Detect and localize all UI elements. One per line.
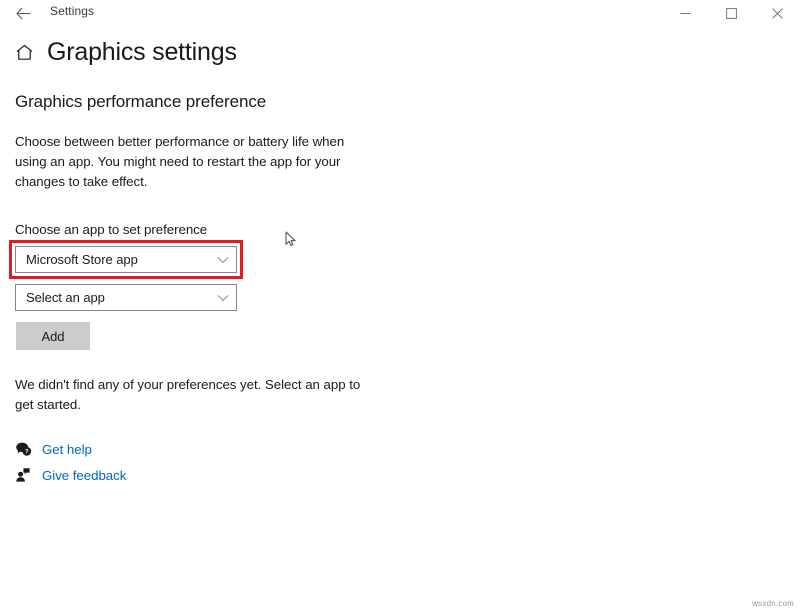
section-title: Graphics performance preference bbox=[15, 92, 267, 111]
app-type-dropdown[interactable]: Microsoft Store app bbox=[15, 246, 237, 273]
svg-text:?: ? bbox=[24, 449, 28, 456]
add-button[interactable]: Add bbox=[16, 322, 90, 350]
minimize-icon bbox=[680, 12, 690, 14]
back-arrow-icon bbox=[15, 7, 30, 19]
feedback-person-icon bbox=[14, 466, 32, 484]
app-select-dropdown-value: Select an app bbox=[26, 290, 105, 305]
back-button[interactable] bbox=[8, 0, 38, 26]
window-controls bbox=[662, 0, 800, 26]
chevron-down-icon bbox=[210, 247, 236, 272]
page-header: Graphics settings bbox=[14, 40, 237, 65]
give-feedback-link[interactable]: Give feedback bbox=[14, 462, 126, 488]
get-help-label: Get help bbox=[42, 441, 92, 457]
help-bubble-glyph-icon: ? bbox=[15, 442, 31, 456]
chevron-down-icon bbox=[210, 285, 236, 310]
get-help-link[interactable]: ? Get help bbox=[14, 436, 126, 462]
help-bubble-icon: ? bbox=[14, 440, 32, 458]
app-select-dropdown-wrap: Select an app bbox=[15, 284, 237, 311]
home-glyph-icon bbox=[16, 44, 32, 60]
app-type-dropdown-value: Microsoft Store app bbox=[26, 252, 138, 267]
close-icon bbox=[771, 7, 783, 19]
home-icon[interactable] bbox=[14, 43, 34, 63]
main-content: Graphics performance preference Choose b… bbox=[9, 92, 435, 415]
chevron-down-glyph-icon bbox=[217, 294, 229, 301]
watermark: wsxdn.com bbox=[752, 599, 794, 608]
feedback-person-glyph-icon bbox=[15, 468, 30, 482]
app-select-dropdown[interactable]: Select an app bbox=[15, 284, 237, 311]
section-description: Choose between better performance or bat… bbox=[15, 134, 345, 189]
app-preference-label: Choose an app to set preference bbox=[15, 222, 208, 237]
footer-links: ? Get help Give feedback bbox=[14, 436, 126, 488]
give-feedback-label: Give feedback bbox=[42, 467, 127, 483]
app-title: Settings bbox=[50, 4, 95, 18]
title-bar: Settings bbox=[0, 0, 800, 26]
minimize-button[interactable] bbox=[662, 0, 708, 26]
maximize-button[interactable] bbox=[708, 0, 754, 26]
chevron-down-glyph-icon bbox=[217, 256, 229, 263]
close-button[interactable] bbox=[754, 0, 800, 26]
app-type-dropdown-wrap: Microsoft Store app bbox=[9, 240, 243, 279]
maximize-icon bbox=[725, 7, 737, 19]
page-title: Graphics settings bbox=[47, 38, 237, 66]
status-text: We didn't find any of your preferences y… bbox=[15, 377, 361, 412]
